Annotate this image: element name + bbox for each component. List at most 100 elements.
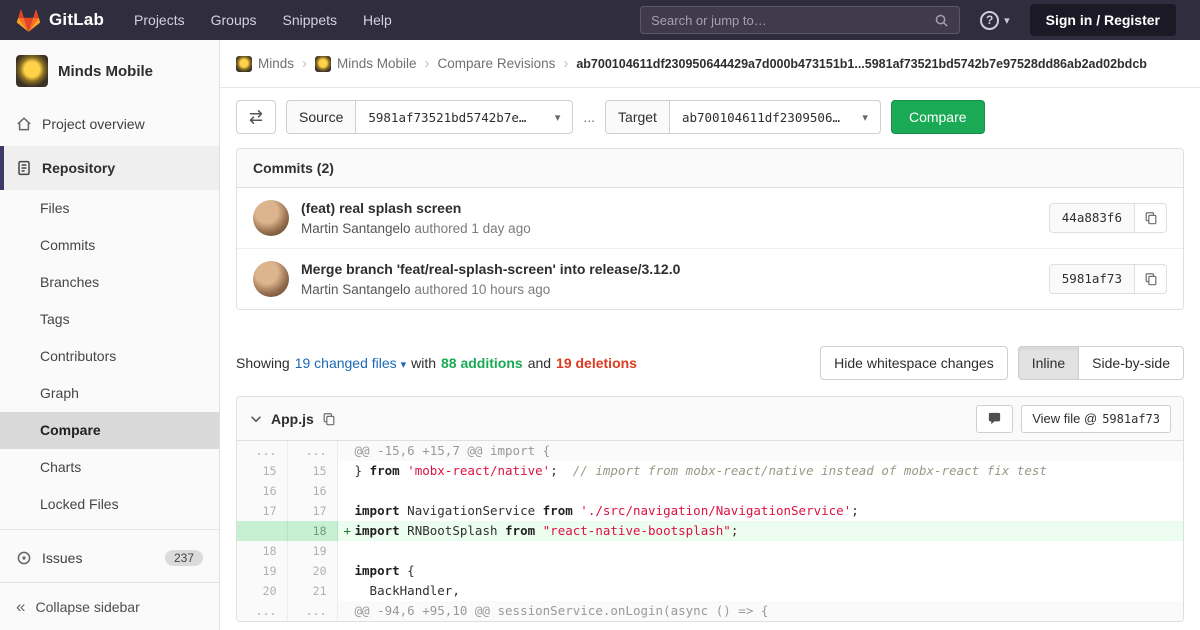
old-line-number[interactable]: 20: [237, 581, 288, 601]
code-cell: BackHandler,: [337, 581, 1183, 601]
sidebar-item-label: Issues: [42, 550, 83, 566]
commit-author-link[interactable]: Martin Santangelo: [301, 282, 411, 297]
new-line-number[interactable]: 16: [287, 481, 338, 501]
breadcrumb-project-link[interactable]: Minds Mobile: [315, 55, 417, 72]
new-line-number[interactable]: 15: [287, 461, 338, 481]
nav-item-groups[interactable]: Groups: [211, 12, 257, 28]
with-text: with: [411, 355, 436, 371]
project-home-link[interactable]: Minds Mobile: [0, 40, 219, 102]
collapse-file-chevron-icon[interactable]: [249, 412, 263, 426]
diff-file-name[interactable]: App.js: [271, 411, 314, 427]
copy-sha-button[interactable]: [1135, 203, 1167, 233]
copy-sha-button[interactable]: [1135, 264, 1167, 294]
diff-line-match: ...... @@ -94,6 +95,10 @@ sessionService…: [237, 601, 1183, 621]
commit-sha-group: 5981af73: [1048, 264, 1167, 294]
old-line-number[interactable]: [237, 521, 288, 541]
sidebar-subitem-branches[interactable]: Branches: [0, 264, 219, 301]
side-by-side-view-button[interactable]: Side-by-side: [1078, 346, 1184, 380]
breadcrumb-group-link[interactable]: Minds: [236, 55, 294, 72]
hide-whitespace-button[interactable]: Hide whitespace changes: [820, 346, 1008, 380]
swap-revisions-button[interactable]: [236, 100, 276, 134]
commit-title-link[interactable]: (feat) real splash screen: [301, 200, 531, 216]
target-ref-value: ab700104611df2309506…: [681, 109, 840, 125]
sidebar-subitem-files[interactable]: Files: [0, 190, 219, 227]
commit-title-link[interactable]: Merge branch 'feat/real-splash-screen' i…: [301, 261, 680, 277]
diff-line-context: 16 16: [237, 481, 1183, 501]
sidebar-item-project-overview[interactable]: Project overview: [0, 102, 219, 146]
new-line-number[interactable]: 21: [287, 581, 338, 601]
nav-item-snippets[interactable]: Snippets: [283, 12, 337, 28]
sidebar-item-issues[interactable]: Issues 237: [0, 536, 219, 580]
old-line-number[interactable]: 15: [237, 461, 288, 481]
new-line-number[interactable]: 20: [287, 561, 338, 581]
sidebar-subitem-charts[interactable]: Charts: [0, 449, 219, 486]
sign-in-button[interactable]: Sign in / Register: [1029, 4, 1176, 36]
gitlab-logo[interactable]: GitLab: [16, 8, 104, 33]
collapse-sidebar-button[interactable]: « Collapse sidebar: [0, 582, 219, 630]
showing-text: Showing: [236, 355, 290, 371]
copy-icon: [323, 412, 335, 425]
sidebar-subitem-compare[interactable]: Compare: [0, 412, 219, 449]
new-line-number[interactable]: 18: [287, 521, 338, 541]
source-ref-dropdown[interactable]: 5981af73521bd5742b7e… ▾: [355, 100, 574, 134]
compare-button[interactable]: Compare: [890, 100, 985, 134]
commits-panel: Commits (2) (feat) real splash screen Ma…: [236, 148, 1184, 310]
old-line-number[interactable]: 17: [237, 501, 288, 521]
breadcrumb-page-link[interactable]: Compare Revisions: [438, 56, 556, 71]
diff-file-header: App.js View file @ 5981af73: [237, 397, 1183, 441]
nav-item-help[interactable]: Help: [363, 12, 392, 28]
commits-panel-header: Commits (2): [237, 149, 1183, 188]
project-avatar-small: [315, 55, 332, 72]
sidebar-subitem-graph[interactable]: Graph: [0, 375, 219, 412]
diff-line-context: 15 15 } from 'mobx-react/native'; // impo…: [237, 461, 1183, 481]
diff-sign: [344, 441, 355, 461]
commit-author-link[interactable]: Martin Santangelo: [301, 221, 411, 236]
commit-row: Merge branch 'feat/real-splash-screen' i…: [237, 248, 1183, 309]
project-avatar: [16, 55, 48, 87]
chevron-down-icon: ▾: [1004, 14, 1010, 27]
search-box[interactable]: [640, 6, 961, 34]
search-input[interactable]: [651, 12, 935, 28]
source-ref-group: Source 5981af73521bd5742b7e… ▾: [286, 100, 574, 134]
group-avatar: [236, 55, 252, 72]
author-avatar[interactable]: [253, 200, 289, 236]
old-line-number: ...: [237, 601, 288, 621]
new-line-number[interactable]: 19: [287, 541, 338, 561]
sidebar-subitem-locked-files[interactable]: Locked Files: [0, 486, 219, 523]
sidebar-item-repository[interactable]: Repository: [0, 146, 219, 190]
sidebar-subitem-tags[interactable]: Tags: [0, 301, 219, 338]
commit-sha-link[interactable]: 5981af73: [1048, 264, 1135, 294]
sidebar-subitem-commits[interactable]: Commits: [0, 227, 219, 264]
inline-view-button[interactable]: Inline: [1017, 346, 1080, 380]
breadcrumb-separator-icon: ›: [302, 55, 308, 72]
diff-line-match: ...... @@ -15,6 +15,7 @@ import {: [237, 441, 1183, 461]
diff-lines: ...... @@ -15,6 +15,7 @@ import {15 15 } …: [237, 441, 1183, 621]
view-file-label: View file @: [1032, 411, 1098, 426]
chevron-down-icon: ▾: [400, 359, 407, 371]
new-line-number[interactable]: 17: [287, 501, 338, 521]
commit-time: 1 day ago: [471, 221, 531, 236]
diff-sign: [344, 481, 355, 501]
diff-view-toggle: Inline Side-by-side: [1017, 346, 1184, 380]
code-cell: import NavigationService from './src/nav…: [337, 501, 1183, 521]
source-label: Source: [286, 100, 356, 134]
diff-line-context: 18 19: [237, 541, 1183, 561]
target-ref-dropdown[interactable]: ab700104611df2309506… ▾: [668, 100, 881, 134]
issues-icon: [17, 551, 31, 565]
view-file-button[interactable]: View file @ 5981af73: [1021, 404, 1171, 433]
old-line-number[interactable]: 19: [237, 561, 288, 581]
commit-sha-link[interactable]: 44a883f6: [1048, 203, 1135, 233]
toggle-file-comments-button[interactable]: [976, 404, 1014, 433]
help-menu-button[interactable]: ? ▾: [980, 10, 1010, 30]
diff-line-context: 19 20 import {: [237, 561, 1183, 581]
old-line-number[interactable]: 18: [237, 541, 288, 561]
project-name: Minds Mobile: [58, 62, 153, 80]
sidebar-subitem-contributors[interactable]: Contributors: [0, 338, 219, 375]
author-avatar[interactable]: [253, 261, 289, 297]
and-text: and: [527, 355, 552, 371]
copy-file-path-button[interactable]: [322, 412, 336, 426]
nav-item-projects[interactable]: Projects: [134, 12, 185, 28]
changed-files-dropdown[interactable]: 19 changed files ▾: [295, 355, 406, 371]
sidebar-item-label: Project overview: [42, 116, 145, 132]
old-line-number[interactable]: 16: [237, 481, 288, 501]
